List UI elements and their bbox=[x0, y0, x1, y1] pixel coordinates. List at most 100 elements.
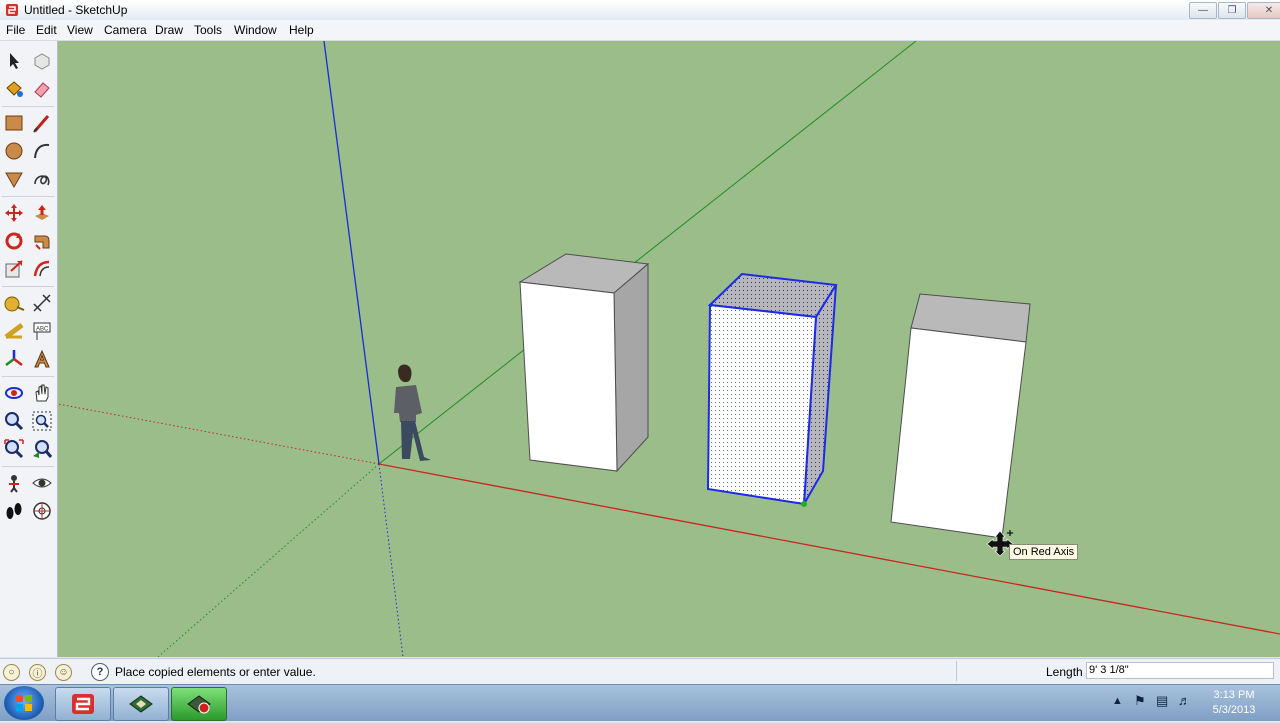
user-icon[interactable]: ☺ bbox=[55, 664, 72, 681]
title-bar: Untitled - SketchUp — ❐ ✕ bbox=[0, 0, 1280, 21]
scene-canvas[interactable] bbox=[58, 41, 1280, 657]
arc-tool[interactable] bbox=[29, 138, 55, 164]
system-clock[interactable]: 3:13 PM 5/3/2013 bbox=[1206, 688, 1262, 718]
recorder-taskbar-icon bbox=[187, 695, 211, 714]
rectangle-icon bbox=[5, 115, 23, 131]
position-camera-tool[interactable] bbox=[1, 470, 27, 496]
select-icon bbox=[10, 53, 19, 69]
menu-edit[interactable]: Edit bbox=[36, 23, 57, 37]
make-component-icon bbox=[34, 53, 50, 70]
network-icon[interactable]: ▤ bbox=[1156, 693, 1168, 709]
measurements-input[interactable]: 9' 3 1/8" bbox=[1086, 662, 1274, 679]
pan-tool[interactable] bbox=[29, 380, 55, 406]
taskbar-layout[interactable] bbox=[113, 687, 169, 721]
taskbar-sketchup[interactable] bbox=[55, 687, 111, 721]
3d-text-tool[interactable] bbox=[29, 346, 55, 372]
window-title: Untitled - SketchUp bbox=[24, 3, 128, 17]
move-icon bbox=[5, 204, 23, 222]
select-tool[interactable] bbox=[1, 48, 27, 74]
status-bar: ○ ⓘ ☺ ? Place copied elements or enter v… bbox=[0, 658, 1280, 685]
rotate-tool[interactable] bbox=[1, 228, 27, 254]
previous-view-icon bbox=[33, 440, 53, 458]
scale-tool[interactable] bbox=[1, 256, 27, 282]
protractor-icon bbox=[4, 323, 24, 339]
protractor-tool[interactable] bbox=[1, 318, 27, 344]
credits-icon[interactable]: ⓘ bbox=[29, 664, 46, 681]
section-plane-icon bbox=[33, 502, 51, 520]
volume-icon[interactable]: ♬ bbox=[1178, 693, 1191, 708]
measurements-label: Length bbox=[1046, 665, 1083, 679]
tape-measure-tool[interactable] bbox=[1, 290, 27, 316]
look-around-tool[interactable] bbox=[29, 470, 55, 496]
menu-window[interactable]: Window bbox=[234, 23, 277, 37]
previous-view-tool[interactable] bbox=[29, 436, 55, 462]
freehand-tool[interactable] bbox=[29, 166, 55, 192]
arc-icon bbox=[34, 143, 50, 159]
svg-text:ABC: ABC bbox=[36, 327, 49, 333]
help-icon[interactable]: ? bbox=[91, 663, 109, 681]
orbit-tool[interactable] bbox=[1, 380, 27, 406]
walk-icon bbox=[6, 503, 22, 519]
windows-taskbar: ▲ ⚑ ▤ ♬ 3:13 PM 5/3/2013 bbox=[0, 684, 1280, 721]
close-button[interactable]: ✕ bbox=[1247, 2, 1280, 19]
scale-icon bbox=[5, 260, 23, 278]
zoom-window-tool[interactable] bbox=[29, 408, 55, 434]
menu-view[interactable]: View bbox=[67, 23, 93, 37]
clock-date: 5/3/2013 bbox=[1212, 704, 1256, 716]
offset-tool[interactable] bbox=[29, 256, 55, 282]
menu-file[interactable]: File bbox=[6, 23, 25, 37]
start-button[interactable] bbox=[4, 686, 44, 720]
axes-icon bbox=[5, 350, 23, 366]
dimension-tool[interactable] bbox=[29, 290, 55, 316]
menu-camera[interactable]: Camera bbox=[104, 23, 147, 37]
geo-location-icon[interactable]: ○ bbox=[3, 664, 20, 681]
position-camera-icon bbox=[9, 475, 19, 493]
tray-show-hidden-icon[interactable]: ▲ bbox=[1112, 695, 1123, 707]
orbit-icon bbox=[5, 387, 23, 399]
modeling-viewport[interactable]: On Red Axis bbox=[58, 41, 1280, 657]
paint-bucket-tool[interactable] bbox=[1, 76, 27, 102]
walk-tool[interactable] bbox=[1, 498, 27, 524]
maximize-button[interactable]: ❐ bbox=[1218, 2, 1246, 19]
zoom-icon bbox=[5, 412, 24, 431]
rotate-icon bbox=[5, 232, 23, 250]
rectangle-tool[interactable] bbox=[1, 110, 27, 136]
zoom-extents-tool[interactable] bbox=[1, 436, 27, 462]
move-tool[interactable] bbox=[1, 200, 27, 226]
dimension-icon bbox=[33, 294, 51, 312]
red-axis-positive bbox=[378, 463, 1280, 635]
section-plane-tool[interactable] bbox=[29, 498, 55, 524]
text-tool[interactable]: ABC bbox=[29, 318, 55, 344]
circle-tool[interactable] bbox=[1, 138, 27, 164]
line-icon bbox=[33, 115, 50, 133]
zoom-window-icon bbox=[32, 411, 52, 431]
follow-me-tool[interactable] bbox=[29, 228, 55, 254]
minimize-button[interactable]: — bbox=[1189, 2, 1217, 19]
push-pull-tool[interactable] bbox=[29, 200, 55, 226]
menu-tools[interactable]: Tools bbox=[194, 23, 222, 37]
eraser-tool[interactable] bbox=[29, 76, 55, 102]
endpoint-marker bbox=[801, 501, 807, 507]
make-component-tool[interactable] bbox=[29, 48, 55, 74]
zoom-tool[interactable] bbox=[1, 408, 27, 434]
offset-icon bbox=[33, 260, 50, 277]
scale-figure[interactable] bbox=[394, 364, 431, 461]
taskbar-recorder[interactable] bbox=[171, 687, 227, 721]
axes-tool[interactable] bbox=[1, 346, 27, 372]
polygon-tool[interactable] bbox=[1, 166, 27, 192]
red-axis-negative bbox=[58, 403, 380, 465]
large-tool-set: ABC bbox=[0, 41, 58, 657]
look-around-icon bbox=[32, 478, 52, 488]
menu-help[interactable]: Help bbox=[289, 23, 314, 37]
action-center-icon[interactable]: ⚑ bbox=[1134, 693, 1146, 709]
box-copy[interactable] bbox=[890, 293, 1031, 539]
window-controls: — ❐ ✕ bbox=[1188, 2, 1280, 19]
line-tool[interactable] bbox=[29, 110, 55, 136]
paint-bucket-icon bbox=[6, 81, 23, 97]
blue-axis-positive bbox=[323, 41, 380, 465]
sketchup-app-icon bbox=[6, 4, 18, 16]
box-selected[interactable] bbox=[706, 272, 838, 507]
freehand-icon bbox=[34, 175, 50, 186]
menu-draw[interactable]: Draw bbox=[155, 23, 183, 37]
box-left[interactable] bbox=[518, 253, 650, 473]
